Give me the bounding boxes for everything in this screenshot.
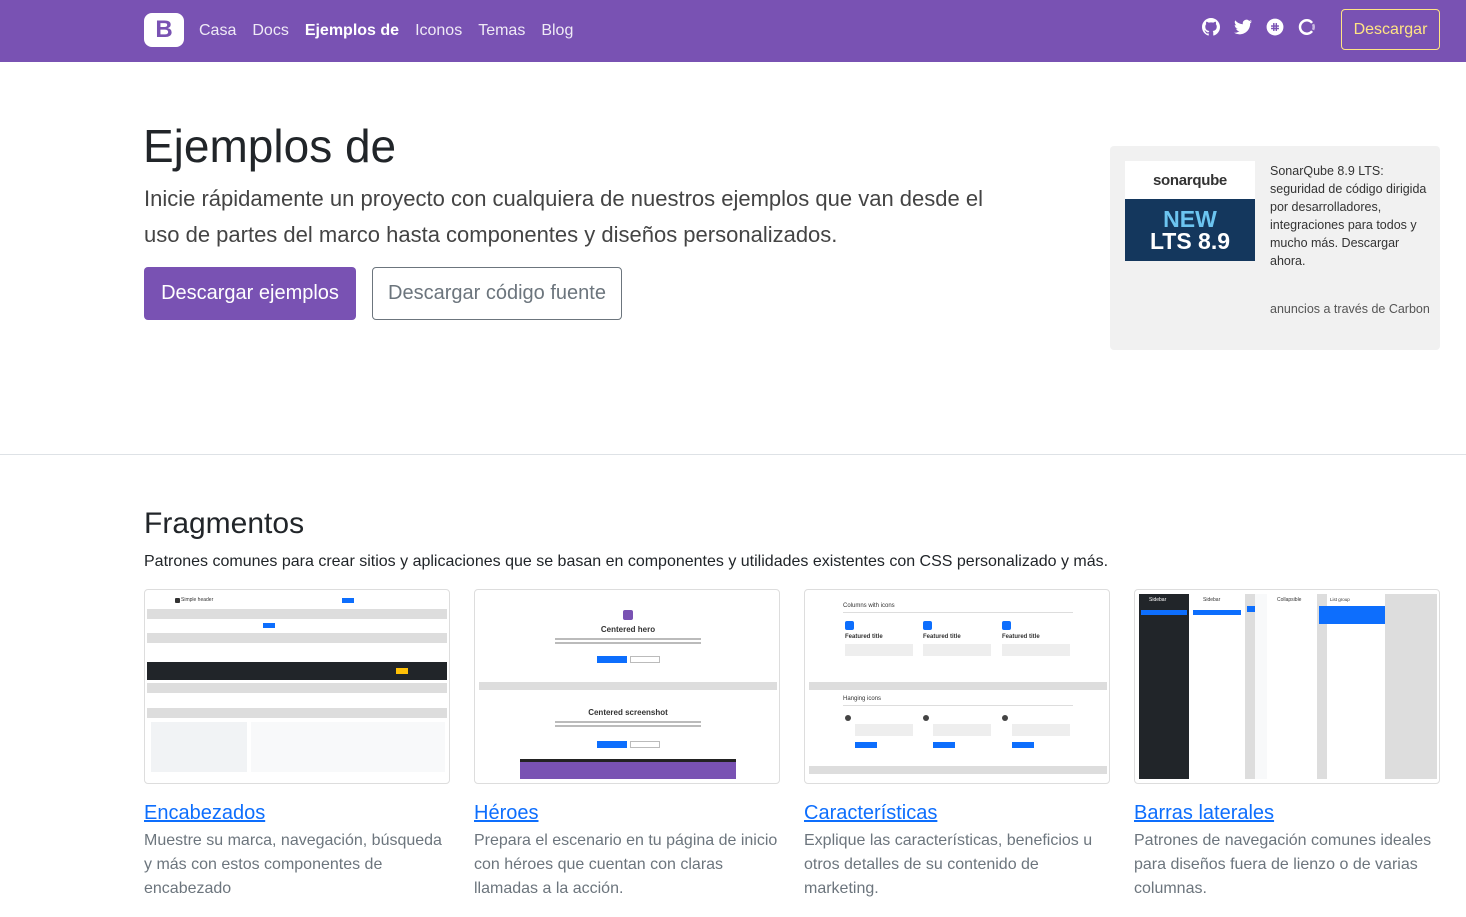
twitter-icon[interactable] — [1234, 18, 1252, 36]
bootstrap-logo[interactable]: B — [144, 13, 184, 47]
nav-link-casa[interactable]: Casa — [199, 19, 236, 43]
section-divider — [0, 454, 1466, 455]
thumb-label: Simple header — [181, 597, 214, 603]
nav-link-examples[interactable]: Ejemplos de — [305, 19, 399, 43]
ad-image[interactable]: sonarqube NEW LTS 8.9 — [1125, 161, 1255, 261]
download-source-button[interactable]: Descargar código fuente — [372, 267, 622, 320]
social-links — [1202, 18, 1316, 36]
hero-lead: Inicie rápidamente un proyecto con cualq… — [144, 186, 983, 247]
page-title: Ejemplos de — [143, 120, 397, 172]
features-thumbnail[interactable]: Columns with icons Featured title Featur… — [804, 589, 1110, 784]
github-icon[interactable] — [1202, 18, 1220, 36]
nav-link-blog[interactable]: Blog — [541, 19, 573, 43]
card-title-heroes[interactable]: Héroes — [474, 800, 780, 826]
nav-link-themes[interactable]: Temas — [478, 19, 525, 43]
thumb-hero-title: Centered hero — [600, 625, 656, 634]
ad-badge-version: LTS 8.9 — [1149, 228, 1231, 254]
download-button[interactable]: Descargar — [1341, 9, 1440, 50]
thumb-feature-2: Featured title — [923, 634, 961, 640]
carbon-ad: sonarqube NEW LTS 8.9 SonarQube 8.9 LTS:… — [1110, 146, 1440, 350]
card-headers: Simple header Encabezados Muestre su mar… — [144, 589, 450, 901]
ad-powered-by[interactable]: anuncios a través de Carbon — [1270, 300, 1430, 318]
opencollective-icon[interactable] — [1298, 18, 1316, 36]
card-sidebars: Sidebar Sidebar Collapsible List group B… — [1134, 589, 1440, 901]
slack-icon[interactable] — [1266, 18, 1284, 36]
card-text-headers: Muestre su marca, navegación, búsqueda y… — [144, 832, 442, 897]
section-title: Fragmentos — [144, 507, 305, 540]
nav-link-icons[interactable]: Iconos — [415, 19, 462, 43]
card-features: Columns with icons Featured title Featur… — [804, 589, 1110, 901]
card-text-heroes: Prepara el escenario en tu página de ini… — [474, 832, 778, 897]
nav-link-docs[interactable]: Docs — [252, 19, 288, 43]
thumb-sidebar-3: Collapsible — [1277, 597, 1302, 603]
card-title-sidebars[interactable]: Barras laterales — [1134, 800, 1440, 826]
thumb-feature-1: Featured title — [845, 634, 883, 640]
thumb-hanging-title: Hanging icons — [843, 696, 882, 702]
top-navbar: B Casa Docs Ejemplos de Iconos Temas Blo… — [0, 0, 1466, 62]
thumb-screenshot-title: Centered screenshot — [588, 708, 668, 717]
main-nav: Casa Docs Ejemplos de Iconos Temas Blog — [199, 19, 573, 43]
ad-badge-new: NEW — [1163, 206, 1217, 232]
section-lead: Patrones comunes para crear sitios y apl… — [144, 553, 1109, 570]
thumb-sidebar-4: List group — [1330, 597, 1350, 602]
card-title-headers[interactable]: Encabezados — [144, 800, 450, 826]
thumb-features-title: Columns with icons — [843, 603, 895, 609]
ad-text[interactable]: SonarQube 8.9 LTS: seguridad de código d… — [1270, 162, 1430, 270]
heroes-thumbnail[interactable]: Centered hero Centered screenshot — [474, 589, 780, 784]
headers-thumbnail[interactable]: Simple header — [144, 589, 450, 784]
card-heroes: Centered hero Centered screenshot Héroes… — [474, 589, 780, 901]
thumb-sidebar-2: Sidebar — [1203, 597, 1221, 603]
download-examples-button[interactable]: Descargar ejemplos — [144, 267, 356, 320]
card-text-features: Explique las características, beneficios… — [804, 832, 1093, 897]
sonarqube-logo: sonarqube — [1153, 171, 1227, 189]
card-text-sidebars: Patrones de navegación comunes ideales p… — [1134, 832, 1432, 897]
thumb-sidebar-1: Sidebar — [1149, 597, 1167, 603]
sidebars-thumbnail[interactable]: Sidebar Sidebar Collapsible List group — [1134, 589, 1440, 784]
thumb-feature-3: Featured title — [1002, 634, 1040, 640]
card-title-features[interactable]: Características — [804, 800, 1110, 826]
